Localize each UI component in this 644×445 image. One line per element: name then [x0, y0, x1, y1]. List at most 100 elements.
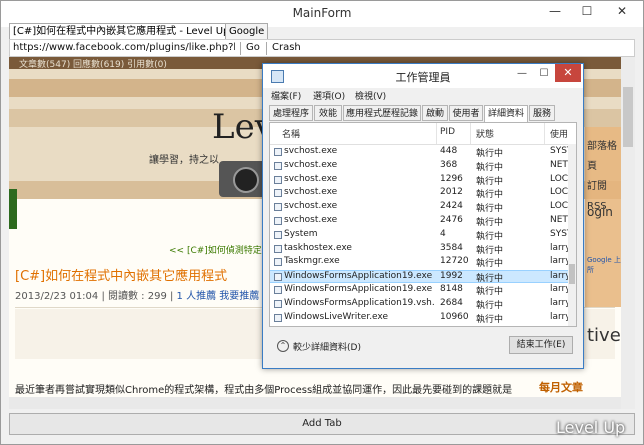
- process-name: svchost.exe: [284, 173, 338, 184]
- list-scrollbar[interactable]: [568, 144, 576, 326]
- process-icon: [274, 273, 282, 282]
- column-header-status[interactable]: 狀態: [476, 127, 494, 140]
- process-icon: [274, 189, 282, 198]
- tab-google[interactable]: Google: [225, 23, 268, 40]
- column-header-pid[interactable]: PID: [440, 127, 455, 137]
- process-status: 執行中: [476, 259, 504, 270]
- post-title[interactable]: [C#]如何在程式中內嵌其它應用程式: [15, 265, 227, 284]
- watermark: Level Up: [556, 418, 626, 437]
- close-button[interactable]: ✕: [607, 1, 637, 21]
- process-pid: 10960: [440, 311, 469, 322]
- scrollbar-thumb[interactable]: [569, 264, 575, 284]
- process-row[interactable]: svchost.exe 2424 執行中 LOCA: [270, 201, 574, 215]
- process-row[interactable]: taskhostex.exe 3584 執行中 larry: [270, 242, 571, 256]
- process-row[interactable]: WindowsFormsApplication19.vsh... 2684 執行中 l…: [270, 297, 571, 311]
- end-task-button[interactable]: 結束工作(E): [509, 336, 573, 354]
- tab-startup[interactable]: 啟動: [422, 105, 448, 121]
- column-header-user[interactable]: 使用: [550, 127, 568, 140]
- tab-app-history[interactable]: 應用程式歷程記錄: [343, 105, 421, 121]
- tab-performance[interactable]: 效能: [314, 105, 342, 121]
- process-row[interactable]: WindowsFormsApplication19.exe 8148 執行中 larr…: [270, 284, 571, 297]
- process-status: 執行中: [476, 245, 504, 256]
- process-status: 執行中: [476, 149, 504, 159]
- process-status: 執行中: [476, 274, 504, 285]
- process-row[interactable]: svchost.exe 1296 執行中 LOCA: [270, 173, 574, 187]
- process-name: svchost.exe: [284, 215, 338, 225]
- column-divider[interactable]: [436, 123, 437, 144]
- process-row[interactable]: svchost.exe 2012 執行中 LOCA: [270, 187, 574, 201]
- menu-view[interactable]: 檢視(V): [355, 89, 386, 102]
- sidebar-link[interactable]: 頁: [587, 157, 621, 177]
- address-bar: https://www.facebook.com/plugins/like.ph…: [9, 39, 635, 57]
- blog-stats: 文章數(547) 回應數(619) 引用數(0): [19, 60, 167, 70]
- go-button[interactable]: Go: [246, 42, 260, 53]
- tab-level-up[interactable]: [C#]如何在程式中內嵌其它應用程式 - Level Up- 點部落: [9, 23, 227, 40]
- process-row[interactable]: WindowsFormsApplication19.exe 1992 執行中 larr…: [270, 270, 571, 285]
- column-divider[interactable]: [544, 123, 545, 144]
- url-input[interactable]: https://www.facebook.com/plugins/like.ph…: [13, 42, 235, 53]
- process-icon: [274, 313, 282, 322]
- crash-button[interactable]: Crash: [272, 42, 301, 53]
- previous-post-link[interactable]: << [C#]如何偵測特定視: [169, 243, 271, 256]
- process-row[interactable]: Taskmgr.exe 12720 執行中 larry: [270, 256, 571, 270]
- process-icon: [274, 217, 282, 225]
- minimize-button[interactable]: —: [541, 1, 569, 21]
- process-icon: [274, 299, 282, 308]
- process-icon: [274, 230, 282, 239]
- scrollbar-thumb[interactable]: [623, 87, 633, 147]
- process-name: WindowsLiveWriter.exe: [284, 311, 389, 322]
- menu-options[interactable]: 選項(O): [313, 89, 345, 102]
- fewer-details-link[interactable]: 較少詳細資料(D): [293, 340, 361, 353]
- monthly-archive-heading: 每月文章: [539, 381, 583, 394]
- process-status: 執行中: [476, 176, 504, 187]
- process-status: 執行中: [476, 300, 504, 311]
- process-pid: 2424: [440, 201, 463, 212]
- close-button[interactable]: ✕: [555, 64, 581, 82]
- process-pid: 2012: [440, 187, 463, 198]
- maximize-button[interactable]: ☐: [535, 66, 553, 82]
- tab-users[interactable]: 使用者: [449, 105, 483, 121]
- post-meta: 2013/2/23 01:04 | 閱讀數 : 299 | 1 人推薦 我要推薦…: [15, 287, 300, 302]
- horizontal-scrollbar[interactable]: [9, 397, 621, 409]
- process-status: 執行中: [476, 218, 504, 228]
- process-row[interactable]: svchost.exe 2476 執行中 NETV: [270, 215, 574, 228]
- vertical-scrollbar[interactable]: [621, 57, 635, 409]
- google-search-link[interactable]: Google 上所: [587, 255, 621, 275]
- tab-services[interactable]: 服務: [529, 105, 555, 121]
- process-name: Taskmgr.exe: [284, 256, 340, 267]
- bottom-bar: ⌃ 較少詳細資料(D) 結束工作(E): [269, 332, 577, 362]
- column-header-name[interactable]: 名稱: [282, 127, 300, 140]
- process-name: WindowsFormsApplication19.exe: [284, 271, 433, 282]
- process-pid: 12720: [440, 256, 469, 267]
- add-tab-button[interactable]: Add Tab: [9, 413, 635, 435]
- process-row[interactable]: System 4 執行中 SYST: [270, 228, 572, 242]
- chevron-up-icon[interactable]: ⌃: [277, 340, 289, 352]
- ad-text: tive: [587, 325, 621, 346]
- minimize-button[interactable]: —: [511, 66, 533, 82]
- process-row[interactable]: WindowsLiveWriter.exe 10960 執行中 larry: [270, 311, 571, 325]
- login-link[interactable]: ogin: [587, 205, 613, 219]
- process-name: taskhostex.exe: [284, 242, 352, 253]
- process-icon: [274, 244, 282, 253]
- process-row[interactable]: svchost.exe 448 執行中 SYST: [270, 146, 572, 159]
- process-row[interactable]: svchost.exe 368 執行中 NETV: [270, 160, 574, 173]
- process-status: 執行中: [476, 204, 504, 215]
- column-divider[interactable]: [470, 123, 471, 144]
- sidebar-link[interactable]: 部落格: [587, 137, 621, 157]
- process-icon: [274, 203, 282, 212]
- tab-details[interactable]: 詳細資料: [484, 105, 528, 122]
- process-pid: 8148: [440, 284, 463, 294]
- process-list[interactable]: 名稱 PID 狀態 使用 svchost.exe 448 執行中 SYST svchos…: [269, 122, 577, 327]
- process-name: WindowsFormsApplication19.vsh...: [284, 297, 434, 308]
- camera-lens: [233, 167, 259, 193]
- process-status: 執行中: [476, 190, 504, 201]
- process-pid: 3584: [440, 242, 463, 253]
- title-bar: 工作管理員 — ☐ ✕: [263, 64, 583, 88]
- menu-file[interactable]: 檔案(F): [271, 89, 301, 102]
- column-headers: 名稱 PID 狀態 使用: [270, 123, 576, 145]
- process-pid: 4: [440, 228, 446, 239]
- process-status: 執行中: [476, 162, 504, 173]
- maximize-button[interactable]: ☐: [573, 1, 601, 21]
- tab-processes[interactable]: 處理程序: [269, 105, 313, 121]
- post-body-text: 最近筆者再嘗試實現類似Chrome的程式架構，程式由多個Process組成並協同…: [15, 385, 513, 396]
